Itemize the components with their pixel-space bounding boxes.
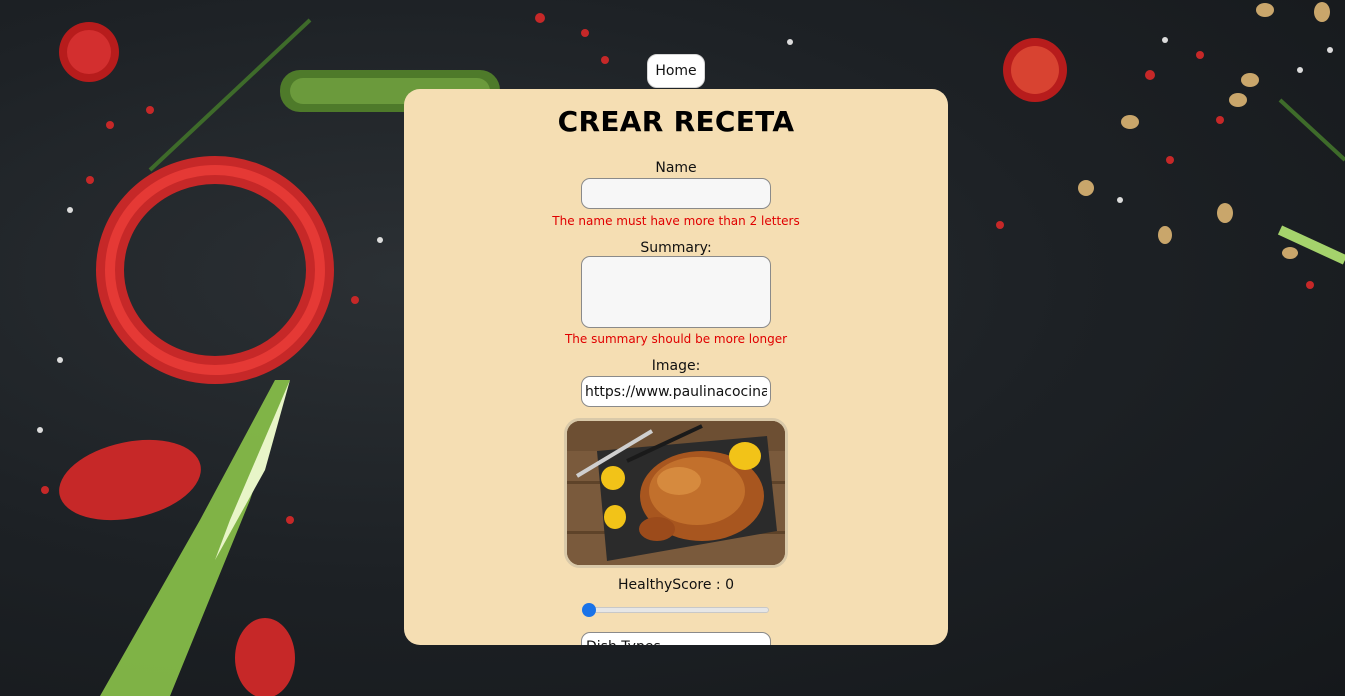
summary-label: Summary:	[640, 240, 712, 256]
image-url-input[interactable]	[581, 376, 771, 407]
healthy-score-slider[interactable]	[585, 607, 769, 613]
healthy-score-label: HealthyScore : 0	[618, 577, 734, 593]
home-button[interactable]: Home	[647, 54, 705, 88]
name-error: The name must have more than 2 letters	[552, 214, 800, 228]
page-title: CREAR RECETA	[557, 105, 795, 138]
roast-chicken-image	[567, 421, 785, 565]
create-recipe-card: CREAR RECETA Name The name must have mor…	[404, 89, 948, 645]
healthy-score-slider-thumb[interactable]	[582, 603, 596, 617]
dish-types-select[interactable]: Dish Types	[581, 632, 771, 645]
name-label: Name	[655, 160, 697, 176]
recipe-image-preview	[564, 418, 788, 568]
image-label: Image:	[651, 358, 701, 374]
summary-input[interactable]	[581, 256, 771, 328]
name-input[interactable]	[581, 178, 771, 209]
summary-error: The summary should be more longer	[564, 332, 788, 346]
